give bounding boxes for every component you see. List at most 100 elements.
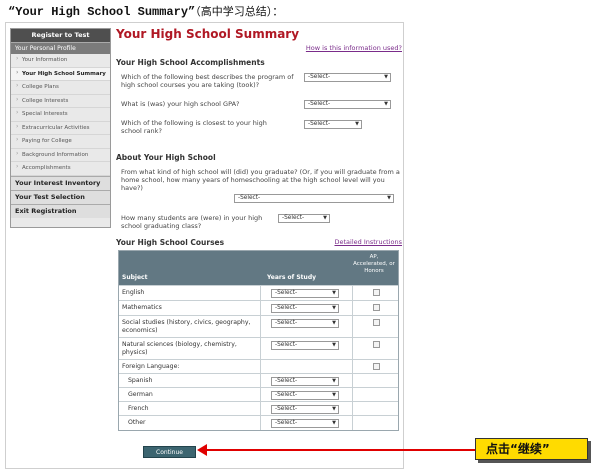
caption-title: “Your High School Summary” [8,5,196,19]
subject-label: German [128,391,153,398]
gpa-select[interactable]: -Select- ▼ [304,100,391,109]
subject-label: French [128,405,149,412]
table-header: Subject Years of Study AP, Accelerated, … [119,251,398,285]
years-select[interactable]: -Select- ▼ [271,405,339,414]
accomplishments-heading: Your High School Accomplishments [116,58,265,67]
table-row: English -Select- ▼ [119,285,398,300]
subject-label: Social studies (history, civics, geograp… [122,319,251,334]
subject-label: Natural sciences (biology, chemistry, ph… [122,341,237,356]
ap-checkbox[interactable] [373,289,380,296]
sidebar-register-header[interactable]: Register to Test [11,29,110,42]
page-caption: “Your High School Summary”（高中学习总结）： [8,3,283,19]
gpa-select-value: -Select- [308,101,331,107]
table-row: Mathematics -Select- ▼ [119,300,398,315]
chevron-down-icon: ▼ [332,290,336,296]
sidebar: Register to Test Your Personal Profile Y… [10,28,111,228]
years-select[interactable]: -Select- ▼ [271,377,339,386]
chevron-down-icon: ▼ [332,342,336,348]
years-select-value: -Select- [275,406,298,412]
years-select[interactable]: -Select- ▼ [271,419,339,428]
sidebar-item-extracurricular[interactable]: Extracurricular Activities [11,122,110,135]
chevron-down-icon: ▼ [384,74,388,80]
school-type-select-value: -Select- [238,195,261,201]
rank-select[interactable]: -Select- ▼ [304,120,362,129]
years-select-value: -Select- [275,320,298,326]
table-row: Foreign Language: [119,359,398,373]
sidebar-personal-profile[interactable]: Your Personal Profile [11,42,110,54]
chevron-down-icon: ▼ [332,378,336,384]
years-select[interactable]: -Select- ▼ [271,391,339,400]
chevron-down-icon: ▼ [332,392,336,398]
sidebar-item-test-selection[interactable]: Your Test Selection [11,189,110,204]
question-gpa: What is (was) your high school GPA? [121,100,240,108]
question-rank: Which of the following is closest to you… [121,119,267,135]
ap-checkbox[interactable] [373,319,380,326]
sidebar-item-college-interests[interactable]: College Interests [11,95,110,108]
years-select[interactable]: -Select- ▼ [271,319,339,328]
years-select[interactable]: -Select- ▼ [271,289,339,298]
sidebar-item-background-information[interactable]: Background Information [11,149,110,162]
ap-checkbox[interactable] [373,341,380,348]
question-school-type: From what kind of high school will (did)… [121,168,400,192]
class-size-select-value: -Select- [282,215,305,221]
sidebar-item-paying-for-college[interactable]: Paying for College [11,135,110,149]
column-header-subject: Subject [122,274,148,281]
screenshot-frame: Register to Test Your Personal Profile Y… [5,22,404,469]
program-select[interactable]: -Select- ▼ [304,73,391,82]
column-header-ap: AP, Accelerated, or Honors [353,254,395,274]
years-select[interactable]: -Select- ▼ [271,341,339,350]
chevron-down-icon: ▼ [355,121,359,127]
callout-line [205,449,475,451]
table-row: German -Select- ▼ [119,387,398,401]
question-class-size: How many students are (were) in your hig… [121,214,263,230]
sidebar-item-accomplishments[interactable]: Accomplishments [11,162,110,176]
sidebar-item-special-interests[interactable]: Special Interests [11,108,110,122]
ap-checkbox[interactable] [373,304,380,311]
column-divider [352,285,353,430]
table-row: Other -Select- ▼ [119,415,398,430]
about-high-school-heading: About Your High School [116,153,216,162]
years-select-value: -Select- [275,305,298,311]
years-select-value: -Select- [275,342,298,348]
subject-label: Foreign Language: [122,363,180,370]
callout-label: 点击“继续” [475,438,588,460]
years-select-value: -Select- [275,392,298,398]
page-title: Your High School Summary [116,27,300,41]
caption-subtitle: （高中学习总结）： [195,5,284,18]
chevron-down-icon: ▼ [332,320,336,326]
detailed-instructions-link[interactable]: Detailed Instructions [334,238,402,246]
rank-select-value: -Select- [308,121,331,127]
courses-heading: Your High School Courses [116,238,225,247]
ap-checkbox[interactable] [373,363,380,370]
sidebar-item-interest-inventory[interactable]: Your Interest Inventory [11,175,110,190]
table-row: Social studies (history, civics, geograp… [119,315,398,337]
sidebar-item-high-school-summary[interactable]: Your High School Summary [11,67,110,81]
years-select[interactable]: -Select- ▼ [271,304,339,313]
subject-label: Mathematics [122,304,162,311]
chevron-down-icon: ▼ [384,101,388,107]
how-info-used-link[interactable]: How is this information used? [306,44,402,52]
subject-label: Spanish [128,377,153,384]
chevron-down-icon: ▼ [332,406,336,412]
table-row: Spanish -Select- ▼ [119,373,398,387]
years-select-value: -Select- [275,290,298,296]
column-header-years: Years of Study [267,274,317,281]
sidebar-item-college-plans[interactable]: College Plans [11,81,110,95]
column-divider [260,285,261,430]
chevron-down-icon: ▼ [323,215,327,221]
table-row: Natural sciences (biology, chemistry, ph… [119,337,398,359]
years-select-value: -Select- [275,420,298,426]
sidebar-item-exit-registration[interactable]: Exit Registration [11,203,110,218]
subject-label: English [122,289,145,296]
program-select-value: -Select- [308,74,331,80]
class-size-select[interactable]: -Select- ▼ [278,214,330,223]
continue-button[interactable]: Continue [143,446,196,458]
chevron-down-icon: ▼ [332,305,336,311]
school-type-select[interactable]: -Select- ▼ [234,194,394,203]
sidebar-item-your-information[interactable]: Your Information [11,54,110,68]
courses-table: Subject Years of Study AP, Accelerated, … [118,250,399,431]
chevron-down-icon: ▼ [387,195,391,201]
table-row: French -Select- ▼ [119,401,398,415]
subject-label: Other [128,419,146,426]
years-select-value: -Select- [275,378,298,384]
